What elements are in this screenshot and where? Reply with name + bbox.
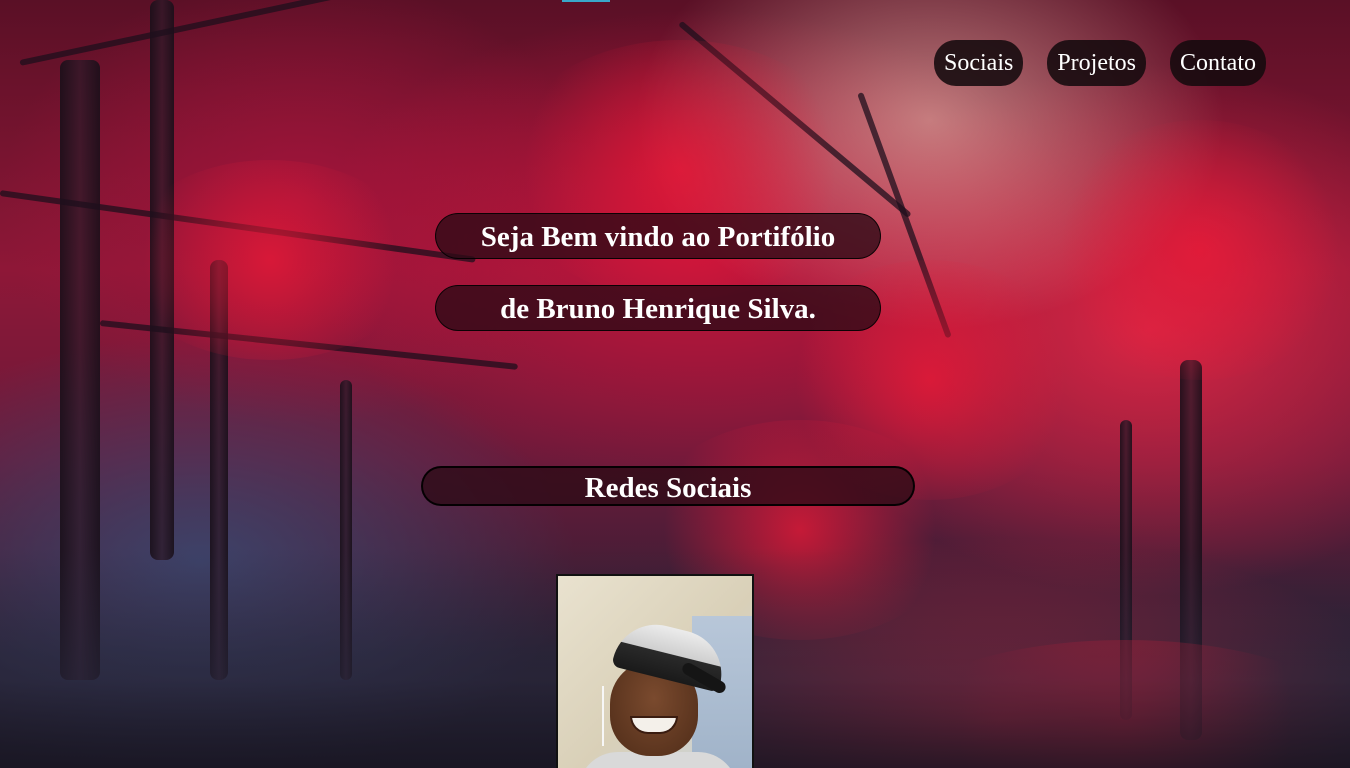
foliage (120, 160, 420, 360)
profile-photo (556, 574, 754, 768)
foliage (500, 40, 860, 300)
nav-sociais-button[interactable]: Sociais (934, 40, 1024, 86)
nav-contato-button[interactable]: Contato (1170, 40, 1266, 86)
top-nav: Sociais Projetos Contato (934, 40, 1266, 86)
page-background: Sociais Projetos Contato Seja Bem vindo … (0, 0, 1350, 768)
foliage (1050, 120, 1350, 380)
welcome-heading: Seja Bem vindo ao Portifólio (435, 213, 881, 259)
photo-earbud (602, 686, 612, 746)
tree-branch (19, 0, 393, 66)
top-accent-bar (562, 0, 610, 2)
nav-projetos-button[interactable]: Projetos (1047, 40, 1146, 86)
social-section-title: Redes Sociais (421, 466, 915, 506)
welcome-subheading: de Bruno Henrique Silva. (435, 285, 881, 331)
